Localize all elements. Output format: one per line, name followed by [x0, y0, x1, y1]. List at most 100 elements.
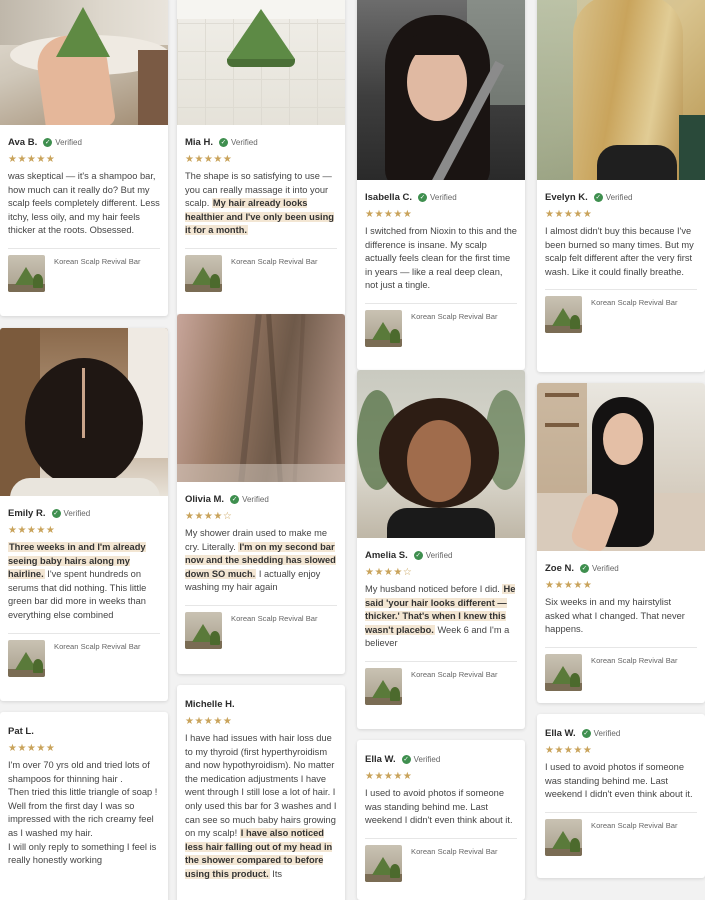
review-photo[interactable] — [537, 383, 705, 551]
review-text: I switched from Nioxin to this and the d… — [365, 225, 517, 293]
product-name: Korean Scalp Revival Bar — [591, 298, 678, 308]
product-thumbnail — [8, 639, 45, 677]
review-text: Three weeks in and I'm already seeing ba… — [8, 541, 160, 623]
star-rating: ★★★★★ — [545, 209, 593, 220]
review-text-segment: I will only reply to something I feel is… — [8, 841, 157, 866]
review-text-segment: I almost didn't buy this because I've be… — [545, 226, 694, 277]
verified-badge: ✓ Verified — [230, 494, 269, 504]
product-link[interactable]: Korean Scalp Revival Bar — [545, 290, 697, 343]
product-name: Korean Scalp Revival Bar — [54, 641, 141, 651]
review-photo[interactable] — [357, 370, 525, 538]
review-card: Michelle H. ★★★★★ I have had issues with… — [177, 685, 345, 900]
review-photo[interactable] — [0, 328, 168, 496]
product-link[interactable]: Korean Scalp Revival Bar — [545, 813, 697, 866]
product-link[interactable]: Korean Scalp Revival Bar — [365, 662, 517, 715]
star-rating: ★★★★★ — [185, 154, 233, 165]
check-icon: ✓ — [401, 754, 411, 764]
star-rating: ★★★★★ — [545, 745, 593, 756]
review-card: Zoe N. ✓ Verified ★★★★★ Six weeks in and … — [537, 383, 705, 703]
review-text: I'm over 70 yrs old and tried lots of sh… — [8, 759, 160, 868]
verified-badge: ✓ Verified — [51, 508, 91, 518]
product-link[interactable]: Korean Scalp Revival Bar — [185, 606, 337, 659]
check-icon: ✓ — [218, 137, 228, 147]
reviewer-name: Olivia M. — [185, 493, 225, 505]
reviewer-name: Isabella C. — [365, 191, 412, 203]
check-icon: ✓ — [418, 192, 427, 202]
product-name: Korean Scalp Revival Bar — [231, 256, 318, 266]
product-link[interactable]: Korean Scalp Revival Bar — [185, 249, 337, 302]
review-text-segment: I used to avoid photos if someone was st… — [545, 762, 693, 800]
star-rating: ★★★★★ — [8, 743, 56, 754]
review-text: My husband noticed before I did. He said… — [365, 583, 517, 651]
review-text-segment: I switched from Nioxin to this and the d… — [365, 226, 517, 291]
star-rating: ★★★★★ — [365, 771, 413, 782]
product-thumbnail — [365, 309, 402, 347]
review-text: The shape is so satisfying to use — you … — [185, 170, 337, 238]
star-rating: ★★★★☆ — [365, 567, 413, 578]
review-card: Evelyn K. ✓ Verified ★★★★★ I almost didn'… — [537, 0, 705, 372]
review-text-segment: Its — [269, 868, 283, 879]
check-icon: ✓ — [51, 508, 61, 518]
review-card: Ella W. ✓ Verified ★★★★★ I used to avoid … — [357, 740, 525, 900]
review-photo[interactable] — [0, 0, 168, 125]
review-text-segment: Then tried this little triangle of soap … — [8, 787, 158, 798]
product-thumbnail — [8, 254, 45, 292]
star-rating: ★★★★★ — [365, 209, 413, 220]
product-link[interactable]: Korean Scalp Revival Bar — [8, 249, 160, 302]
product-thumbnail — [365, 667, 402, 705]
reviewer-name: Pat L. — [8, 725, 34, 737]
reviewer-name: Michelle H. — [185, 698, 235, 710]
product-link[interactable]: Korean Scalp Revival Bar — [365, 304, 517, 357]
reviewer-name: Emily R. — [8, 507, 46, 519]
check-icon: ✓ — [580, 563, 590, 573]
review-text-segment: was skeptical — it's a shampoo bar, how … — [8, 171, 160, 236]
verified-badge: ✓ Verified — [401, 754, 441, 764]
star-rating: ★★★★★ — [8, 154, 56, 165]
reviewer-name: Ella W. — [365, 753, 396, 765]
review-text-segment: I'm over 70 yrs old and tried lots of sh… — [8, 760, 150, 784]
review-text: Six weeks in and my hairstylist asked wh… — [545, 596, 697, 637]
product-name: Korean Scalp Revival Bar — [591, 655, 678, 665]
review-card: Isabella C. ✓ Verified ★★★★★ I switched f… — [357, 0, 525, 370]
verified-badge: ✓ Verified — [418, 192, 457, 202]
review-text: I have had issues with hair loss due to … — [185, 732, 337, 882]
verified-badge: ✓ Verified — [593, 192, 633, 202]
review-photo[interactable] — [177, 0, 345, 125]
review-photo[interactable] — [177, 314, 345, 482]
verified-badge: ✓ Verified — [43, 137, 82, 147]
review-card: Amelia S. ✓ Verified ★★★★☆ My husband not… — [357, 370, 525, 729]
review-card: Ava B. ✓ Verified ★★★★★ was skeptical — i… — [0, 0, 168, 316]
review-text: My shower drain used to make me cry. Lit… — [185, 527, 337, 595]
verified-badge: ✓ Verified — [218, 137, 258, 147]
review-text: I used to avoid photos if someone was st… — [545, 761, 697, 802]
review-card: Olivia M. ✓ Verified ★★★★☆ My shower drai… — [177, 314, 345, 674]
star-rating: ★★★★★ — [545, 580, 593, 591]
product-name: Korean Scalp Revival Bar — [411, 669, 498, 679]
review-text-segment: My husband noticed before I did. — [365, 584, 503, 594]
star-rating: ★★★★☆ — [185, 511, 233, 522]
check-icon: ✓ — [413, 550, 423, 560]
product-link[interactable]: Korean Scalp Revival Bar — [365, 839, 517, 892]
check-icon: ✓ — [43, 137, 53, 147]
product-name: Korean Scalp Revival Bar — [411, 311, 498, 321]
review-card: Emily R. ✓ Verified ★★★★★ Three weeks in … — [0, 328, 168, 701]
reviewer-name: Evelyn K. — [545, 191, 588, 203]
check-icon: ✓ — [593, 192, 603, 202]
check-icon: ✓ — [581, 728, 591, 738]
reviewer-name: Ava B. — [8, 136, 38, 148]
review-text: was skeptical — it's a shampoo bar, how … — [8, 170, 160, 238]
product-name: Korean Scalp Revival Bar — [231, 613, 318, 623]
product-thumbnail — [545, 818, 582, 856]
product-thumbnail — [545, 653, 582, 691]
review-photo[interactable] — [357, 0, 525, 180]
product-name: Korean Scalp Revival Bar — [411, 846, 498, 856]
check-icon: ✓ — [230, 494, 240, 504]
product-name: Korean Scalp Revival Bar — [54, 256, 141, 266]
product-link[interactable]: Korean Scalp Revival Bar — [545, 648, 697, 701]
verified-badge: ✓ Verified — [413, 550, 453, 560]
product-thumbnail — [365, 844, 402, 882]
review-photo[interactable] — [537, 0, 705, 180]
product-link[interactable]: Korean Scalp Revival Bar — [8, 634, 160, 687]
verified-badge: ✓ Verified — [581, 728, 621, 738]
review-card: Ella W. ✓ Verified ★★★★★ I used to avoid … — [537, 714, 705, 878]
